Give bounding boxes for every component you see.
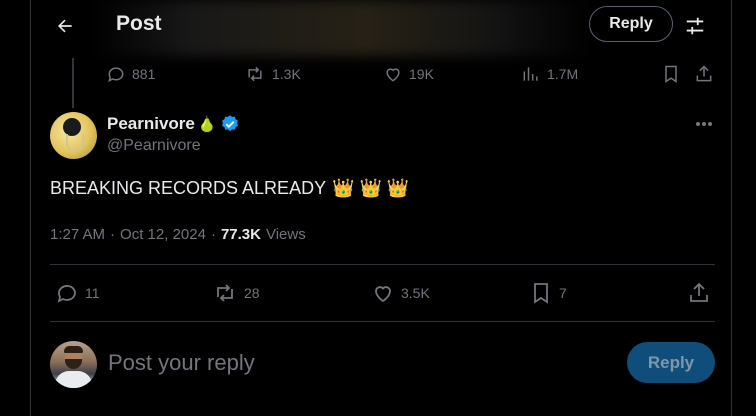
author-handle[interactable]: @Pearnivore [107, 137, 201, 155]
reply-input[interactable] [108, 348, 608, 378]
post-text-content: BREAKING RECORDS ALREADY [50, 178, 327, 198]
avatar-hair [64, 346, 83, 353]
meta-separator: · [110, 226, 116, 243]
post-date[interactable]: Oct 12, 2024 [120, 226, 206, 243]
top-header: Post Reply [31, 0, 731, 56]
page-title: Post [116, 12, 162, 35]
prev-like-button[interactable]: 19K [383, 60, 434, 88]
bookmark-button[interactable]: 7 [529, 279, 567, 307]
reply-submit-button[interactable]: Reply [627, 342, 715, 383]
reply-header-button[interactable]: Reply [589, 6, 673, 42]
share-icon [694, 64, 714, 84]
prev-share-button[interactable] [694, 60, 714, 88]
prev-views-count: 1.7M [547, 66, 579, 82]
heart-icon [383, 64, 403, 84]
post-text: BREAKING RECORDS ALREADY 👑 👑 👑 [50, 178, 409, 199]
crown-emoji: 👑 [386, 178, 410, 198]
meta-separator: · [210, 226, 216, 243]
prev-bookmark-button[interactable] [661, 60, 681, 88]
crown-emoji: 👑 [359, 178, 382, 198]
prev-views-button[interactable]: 1.7M [521, 60, 578, 88]
column-border-right [731, 0, 732, 416]
reply-button[interactable]: 11 [55, 279, 100, 307]
post-actions: 11 28 3.5K 7 [31, 279, 731, 309]
post-time[interactable]: 1:27 AM [50, 226, 105, 243]
like-button[interactable]: 3.5K [371, 279, 430, 307]
crown-emojis: 👑 👑 👑 [332, 178, 409, 199]
divider-bottom [50, 321, 715, 322]
settings-button[interactable] [681, 13, 709, 39]
repost-icon [212, 281, 238, 305]
author-avatar[interactable] [50, 112, 97, 159]
repost-button[interactable]: 28 [212, 279, 260, 307]
post-meta: 1:27 AM · Oct 12, 2024 · 77.3K Views [50, 226, 306, 243]
reply-bubble-icon [106, 64, 126, 84]
prev-like-count: 19K [409, 66, 434, 82]
repost-icon [244, 64, 266, 84]
reply-bubble-icon [55, 281, 79, 305]
arrow-left-icon [55, 16, 75, 36]
bookmark-icon [529, 281, 553, 305]
pear-emoji: 🍐 [197, 116, 217, 133]
reply-count: 11 [85, 285, 100, 301]
bookmark-count: 7 [559, 285, 567, 301]
prev-repost-count: 1.3K [272, 66, 301, 82]
prev-repost-button[interactable]: 1.3K [244, 60, 301, 88]
divider-top [50, 264, 715, 265]
header-backdrop [91, 0, 591, 56]
avatar-necklace [66, 134, 84, 152]
previous-post-actions: 881 1.3K 19K 1.7M [31, 60, 731, 88]
more-dots-icon [695, 121, 713, 127]
heart-icon [371, 281, 395, 305]
repost-count: 28 [244, 285, 260, 301]
verified-badge-icon [220, 114, 240, 134]
share-button[interactable] [687, 279, 711, 307]
avatar-body [55, 371, 92, 388]
bookmark-icon [661, 64, 681, 84]
analytics-icon [521, 64, 541, 84]
views-label: Views [265, 226, 306, 243]
more-options-button[interactable] [690, 114, 718, 134]
prev-reply-count: 881 [132, 66, 156, 82]
current-user-avatar[interactable] [50, 341, 97, 388]
share-icon [687, 281, 711, 305]
views-count: 77.3K [220, 226, 261, 243]
avatar-beard [65, 359, 82, 369]
author-name-text: Pearnivore [107, 114, 195, 133]
like-count: 3.5K [401, 285, 430, 301]
author-display-name[interactable]: Pearnivore 🍐 [107, 114, 240, 134]
back-button[interactable] [51, 12, 79, 40]
prev-reply-button[interactable]: 881 [106, 60, 155, 88]
crown-emoji: 👑 [332, 178, 355, 198]
sliders-icon [684, 15, 706, 37]
